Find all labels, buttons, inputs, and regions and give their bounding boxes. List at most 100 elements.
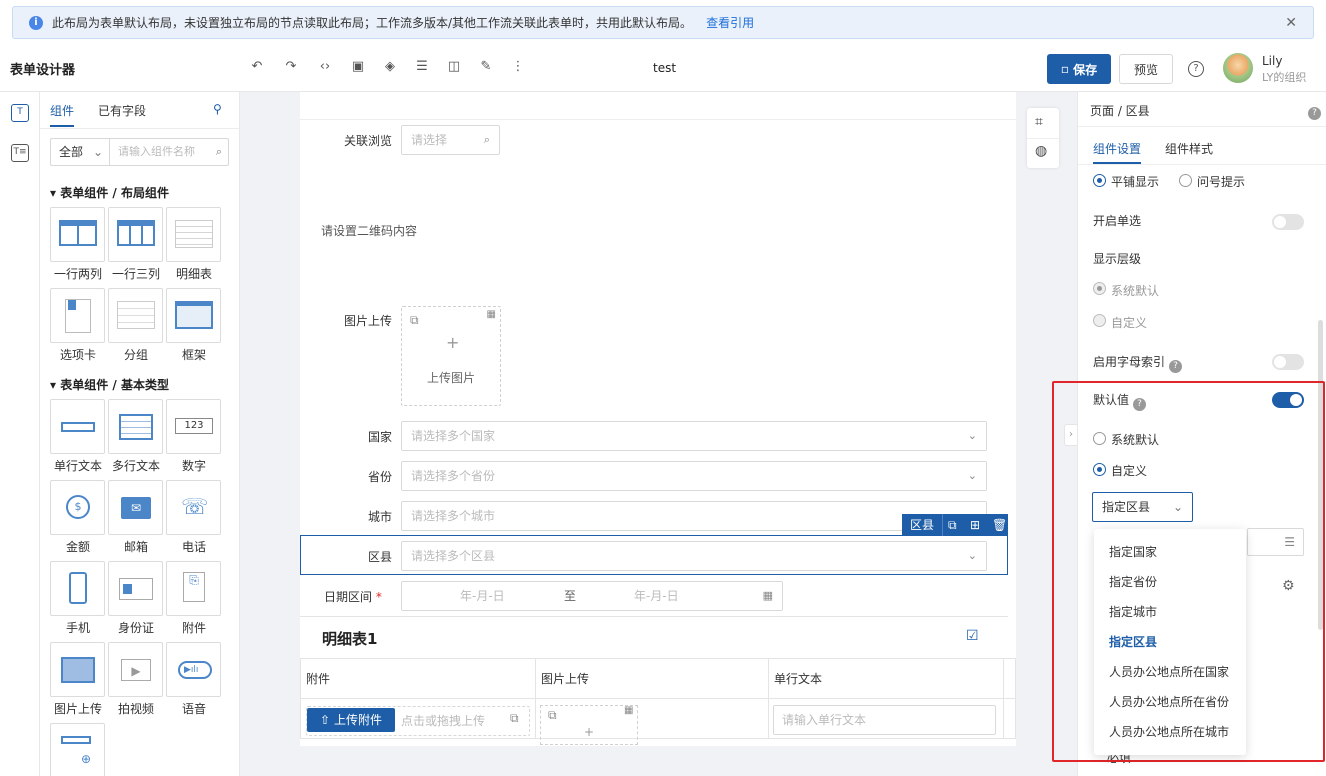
filter-select[interactable]: 全部 ⌄: [50, 138, 110, 166]
dropdown-option-selected[interactable]: 指定区县: [1109, 633, 1157, 650]
close-icon[interactable]: ✕: [1285, 15, 1297, 31]
component-3-layout[interactable]: 选项卡: [50, 288, 106, 363]
database-icon[interactable]: ☰: [414, 59, 430, 75]
radio-question-hint[interactable]: [1179, 174, 1192, 187]
component-label: 单行文本: [53, 459, 102, 473]
component-10-basic[interactable]: ▶ 拍视频: [108, 642, 164, 717]
radio-level-default[interactable]: [1093, 282, 1106, 295]
component-label: 附件: [181, 621, 206, 635]
upload-hint: 点击或拖拽上传: [401, 714, 486, 728]
divider: [1078, 164, 1326, 165]
select-frame-icon[interactable]: ⌗: [1035, 114, 1043, 130]
component-1-layout[interactable]: 一行三列: [108, 207, 164, 282]
filter-value: 全部: [59, 145, 84, 159]
dropdown-option[interactable]: 人员办公地点所在城市: [1109, 723, 1229, 740]
component-label: 语音: [181, 702, 206, 716]
daterange-input[interactable]: 年-月-日 至 年-月-日 ▦: [401, 581, 783, 611]
help-icon[interactable]: ?: [1169, 360, 1183, 373]
city-select[interactable]: 请选择多个城市: [401, 501, 987, 531]
component-icon: [50, 642, 105, 697]
preview-button[interactable]: 预览: [1119, 54, 1173, 84]
text-component-icon[interactable]: T: [11, 104, 29, 122]
dropdown-option[interactable]: 人员办公地点所在国家: [1109, 663, 1229, 680]
component-icon: ⎘: [166, 561, 221, 616]
section-layout[interactable]: ▾ 表单组件 / 布局组件: [50, 184, 169, 201]
component-icon: ✉: [108, 480, 163, 535]
component-1-basic[interactable]: 多行文本: [108, 399, 164, 474]
layers-icon[interactable]: ◈: [382, 59, 398, 75]
upload-arrow-icon: ⇧: [320, 713, 331, 727]
radio-level-custom[interactable]: [1093, 314, 1106, 327]
redo-icon[interactable]: ↷: [283, 59, 299, 75]
assoc-browse-input[interactable]: 请选择 ⌕: [401, 125, 500, 155]
component-label: 金额: [65, 540, 90, 554]
component-11-basic[interactable]: ▶ılı 语音: [166, 642, 222, 717]
dropdown-option[interactable]: 指定城市: [1109, 603, 1157, 620]
component-search-input[interactable]: 请输入组件名称 ⌕: [109, 138, 229, 166]
copy-icon[interactable]: ⧉: [948, 514, 957, 536]
component-9-basic[interactable]: 图片上传: [50, 642, 106, 717]
more-icon[interactable]: ⋮: [510, 59, 526, 75]
edit-doc-icon[interactable]: ✎: [478, 59, 494, 75]
avatar[interactable]: [1223, 53, 1253, 83]
component-2-layout[interactable]: 明细表: [166, 207, 222, 282]
globe-text-icon: ⊕: [50, 723, 105, 776]
component-8-basic[interactable]: ⎘ 附件: [166, 561, 222, 636]
component-0-basic[interactable]: 单行文本: [50, 399, 106, 474]
text-cell: 请输入单行文本: [768, 698, 1004, 739]
dropdown-option[interactable]: 指定国家: [1109, 543, 1157, 560]
component-5-basic[interactable]: ☏ 电话: [166, 480, 222, 555]
image-upload-label: 图片上传: [343, 314, 392, 328]
help-glyph: ?: [1308, 107, 1321, 120]
component-label: 图片上传: [53, 702, 102, 716]
component-7-basic[interactable]: 身份证: [108, 561, 164, 636]
tab-components[interactable]: 组件: [50, 102, 74, 119]
section-basic[interactable]: ▾ 表单组件 / 基本类型: [50, 376, 169, 393]
component-extra[interactable]: ⊕: [50, 723, 106, 776]
tab-component-settings[interactable]: 组件设置: [1093, 140, 1141, 157]
upload-attachment-button[interactable]: ⇧ 上传附件: [307, 708, 395, 732]
single-text-input[interactable]: 请输入单行文本: [773, 705, 996, 735]
view-references-link[interactable]: 查看引用: [706, 14, 754, 31]
edit-check-icon[interactable]: ☑: [966, 628, 979, 644]
help-icon[interactable]: ?: [1304, 102, 1321, 120]
component-icon: ▶: [108, 642, 163, 697]
component-4-basic[interactable]: ✉ 邮箱: [108, 480, 164, 555]
image-upload-area[interactable]: ⧉ ▦ + 上传图片: [401, 306, 501, 406]
text-list-icon[interactable]: T≡: [11, 144, 29, 162]
component-label: 电话: [181, 540, 206, 554]
image-icon[interactable]: ▣: [350, 59, 366, 75]
trash-icon[interactable]: 🗑: [992, 514, 1007, 536]
plus-icon: +: [446, 333, 460, 352]
dropdown-option[interactable]: 指定省份: [1109, 573, 1157, 590]
district-select[interactable]: 请选择多个区县 ⌄: [401, 541, 987, 571]
single-select-toggle[interactable]: [1272, 214, 1304, 230]
table-row: ⇧ 上传附件 点击或拖拽上传 ⧉ ⧉ ▦ + 请输入单行文本: [300, 698, 1016, 745]
divider: [40, 128, 239, 129]
pin-icon[interactable]: ⚲: [213, 102, 222, 116]
chart-icon[interactable]: ◫: [446, 59, 462, 75]
component-3-basic[interactable]: $ 金额: [50, 480, 106, 555]
component-6-basic[interactable]: 手机: [50, 561, 106, 636]
alpha-index-text: 启用字母索引: [1093, 355, 1166, 369]
alpha-index-toggle[interactable]: [1272, 354, 1304, 370]
palette-icon[interactable]: ◍: [1035, 143, 1047, 159]
country-select[interactable]: 请选择多个国家 ⌄: [401, 421, 987, 451]
code-icon[interactable]: ‹›: [317, 59, 333, 75]
undo-icon[interactable]: ↶: [249, 59, 265, 75]
province-select[interactable]: 请选择多个省份 ⌄: [401, 461, 987, 491]
component-2-basic[interactable]: 123 数字: [166, 399, 222, 474]
component-0-layout[interactable]: 一行两列: [50, 207, 106, 282]
province-label: 省份: [367, 470, 392, 484]
help-icon[interactable]: ?: [1188, 61, 1204, 77]
radio-tile-display[interactable]: [1093, 174, 1106, 187]
add-icon[interactable]: ⊞: [970, 514, 980, 536]
component-4-layout[interactable]: 分组: [108, 288, 164, 363]
save-button[interactable]: ▫ 保存: [1047, 54, 1111, 84]
dropdown-option[interactable]: 人员办公地点所在省份: [1109, 693, 1229, 710]
tab-component-style[interactable]: 组件样式: [1165, 140, 1213, 157]
component-label: 数字: [181, 459, 206, 473]
tab-existing-fields[interactable]: 已有字段: [98, 102, 146, 119]
component-5-layout[interactable]: 框架: [166, 288, 222, 363]
component-label: 框架: [181, 348, 206, 362]
